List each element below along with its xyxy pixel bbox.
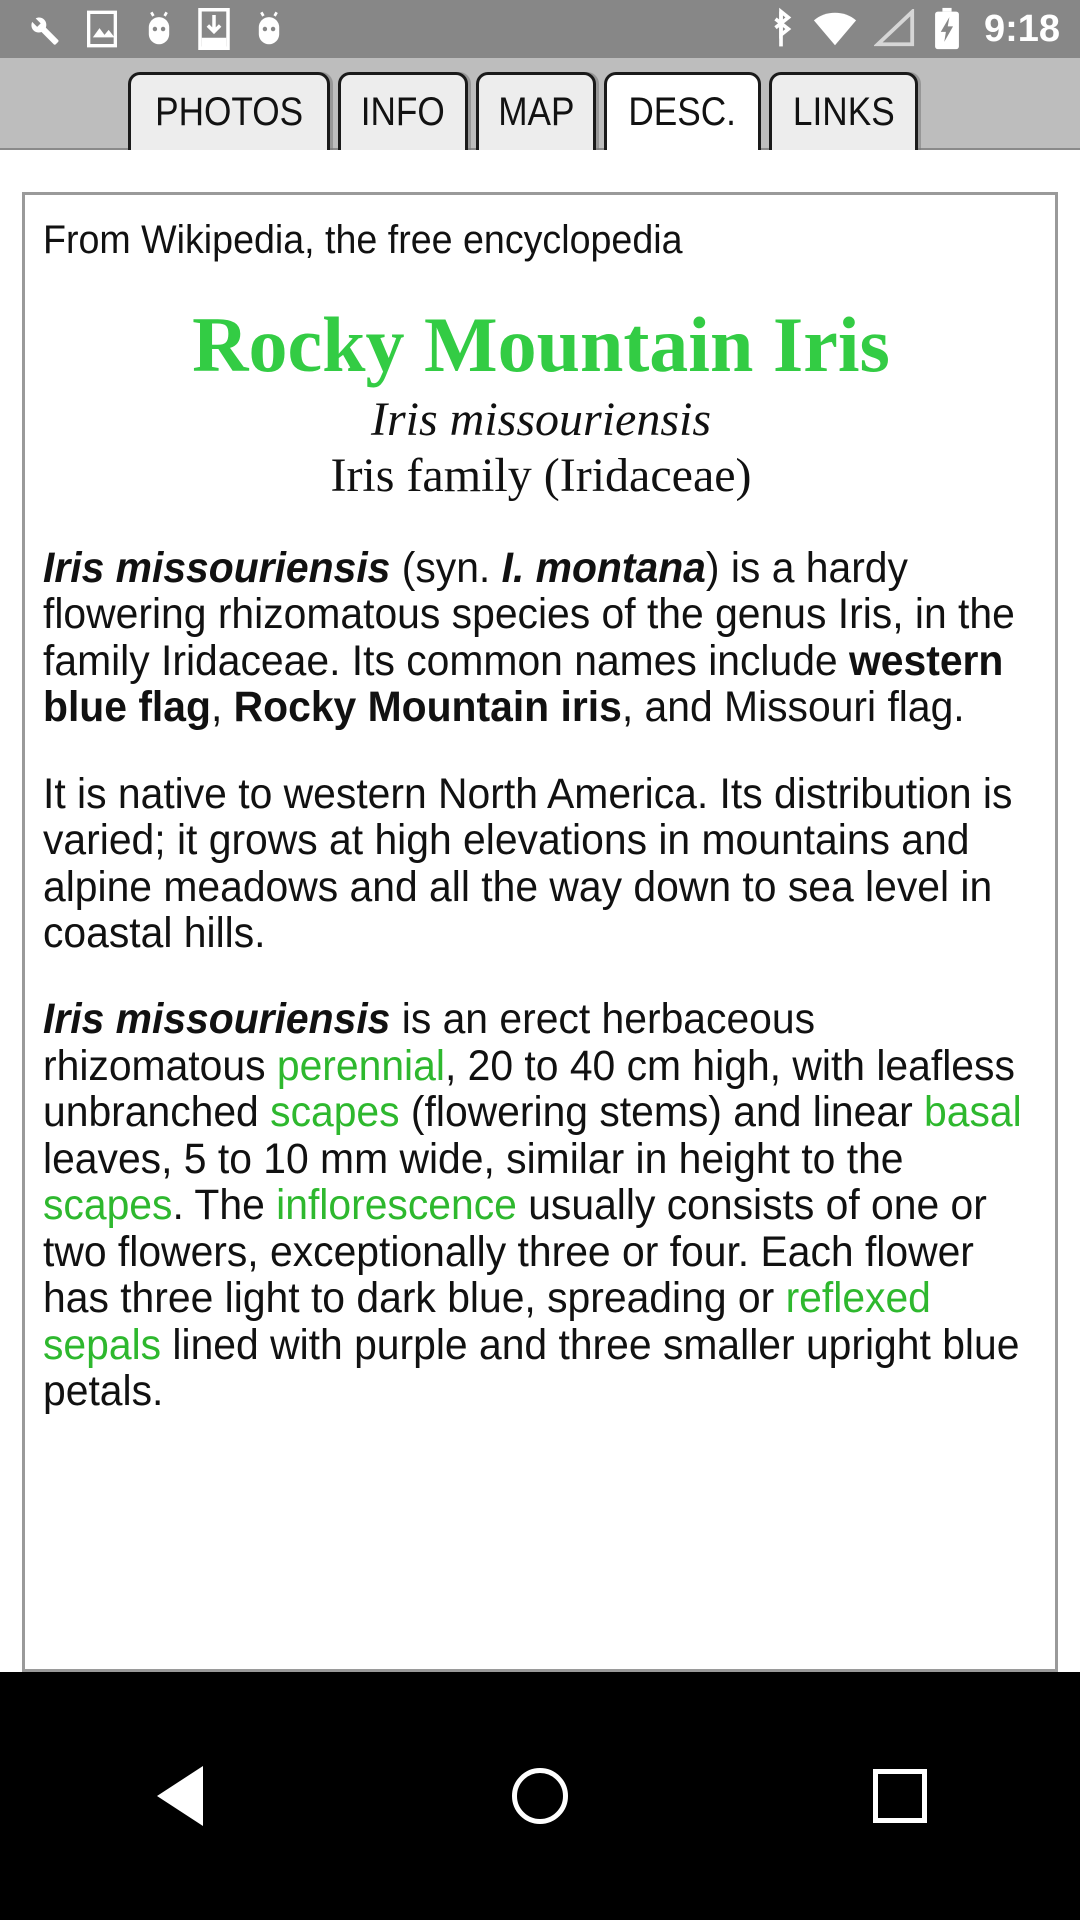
family-name: Iris family (Iridaceae) — [330, 449, 752, 503]
back-triangle-icon — [157, 1766, 203, 1826]
battery-charging-icon — [935, 7, 959, 50]
tab-desc[interactable]: DESC. — [604, 72, 761, 150]
desc-text-3: (flowering stems) and linear — [399, 1088, 925, 1137]
species-name: Iris missouriensis — [43, 543, 391, 592]
status-clock: 9:18 — [983, 7, 1060, 50]
wrench-icon — [31, 17, 59, 45]
bluetooth-icon — [774, 7, 792, 47]
status-bar-right-icons: 9:18 — [766, 7, 1080, 51]
source-line: From Wikipedia, the free encyclopedia — [43, 218, 683, 262]
synonym-name: I. montana — [501, 543, 706, 592]
intro-tail-text: , and Missouri flag. — [621, 683, 965, 732]
tab-links-label: LINKS — [792, 90, 895, 134]
article-body: From Wikipedia, the free encyclopedia Ro… — [25, 195, 1055, 1414]
download-icon — [198, 8, 230, 50]
signal-icon — [873, 9, 915, 47]
link-scapes-2[interactable]: scapes — [43, 1181, 172, 1229]
home-button[interactable] — [465, 1736, 615, 1856]
tab-photos-label: PHOTOS — [155, 90, 304, 134]
tab-desc-label: DESC. — [628, 90, 737, 134]
link-basal[interactable]: basal — [924, 1088, 1022, 1136]
desc-text-7: lined with purple and three smaller upri… — [43, 1320, 1020, 1415]
desc-text-5: . The — [172, 1181, 277, 1230]
link-perennial[interactable]: perennial — [277, 1042, 445, 1090]
page-title: Rocky Mountain Iris — [192, 301, 890, 389]
tab-links[interactable]: LINKS — [768, 72, 919, 150]
desc-text-4: leaves, 5 to 10 mm wide, similar in heig… — [43, 1134, 904, 1183]
paragraph-intro: Iris missouriensis (syn. I. montana) is … — [43, 545, 1037, 731]
tab-map[interactable]: MAP — [475, 72, 597, 150]
tab-info[interactable]: INFO — [338, 72, 468, 150]
common-name-separator: , — [210, 683, 234, 732]
tab-photos[interactable]: PHOTOS — [128, 72, 331, 150]
wifi-icon — [813, 12, 857, 46]
species-name: Iris missouriensis — [43, 995, 391, 1044]
recents-button[interactable] — [825, 1736, 975, 1856]
status-bar: 9:18 — [0, 0, 1080, 58]
android-icon — [148, 11, 170, 45]
common-name-rocky-mountain-iris: Rocky Mountain iris — [233, 683, 622, 732]
tab-bar: PHOTOS INFO MAP DESC. LINKS — [0, 58, 1080, 150]
link-inflorescence[interactable]: inflorescence — [276, 1181, 517, 1229]
image-icon — [87, 10, 117, 48]
paragraph-distribution: It is native to western North America. I… — [43, 769, 1013, 958]
android-navigation-bar — [0, 1672, 1080, 1920]
tab-strip: PHOTOS INFO MAP DESC. LINKS — [128, 72, 919, 150]
description-content-card[interactable]: From Wikipedia, the free encyclopedia Ro… — [22, 192, 1058, 1672]
android-icon — [258, 11, 280, 45]
link-scapes[interactable]: scapes — [270, 1088, 399, 1136]
tab-info-label: INFO — [360, 90, 446, 134]
app-screen: 9:18 PHOTOS INFO MAP DESC. LINKS From Wi… — [0, 0, 1080, 1920]
binomial-name: Iris missouriensis — [370, 393, 712, 447]
back-button[interactable] — [105, 1736, 255, 1856]
paragraph-description: Iris missouriensis is an erect herbaceou… — [43, 996, 1037, 1414]
recents-square-icon — [873, 1769, 927, 1823]
status-bar-left-icons — [0, 8, 286, 50]
tab-map-label: MAP — [497, 90, 575, 134]
syn-open: (syn. — [390, 543, 502, 592]
home-circle-icon — [512, 1768, 568, 1824]
